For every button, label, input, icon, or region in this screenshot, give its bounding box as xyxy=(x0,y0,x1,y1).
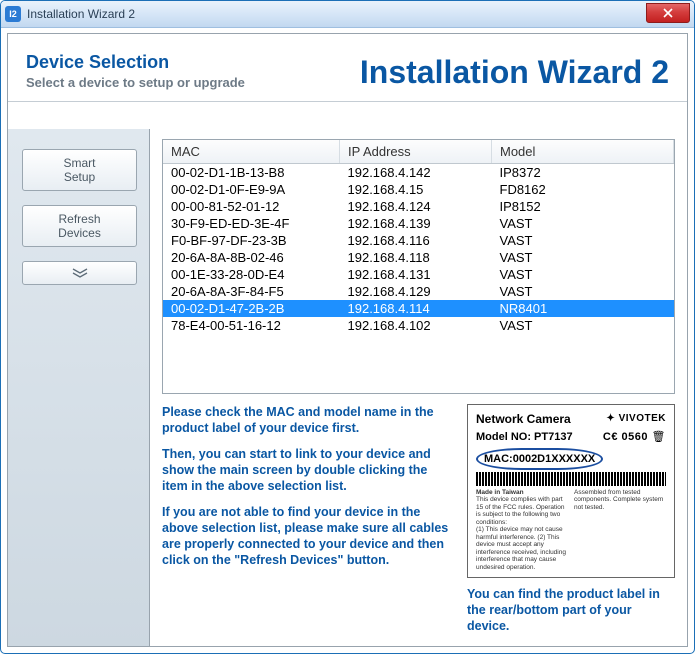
cell-model: VAST xyxy=(492,215,674,232)
cell-ip: 192.168.4.131 xyxy=(340,266,492,283)
cell-ip: 192.168.4.116 xyxy=(340,232,492,249)
smart-setup-label-2: Setup xyxy=(64,170,95,184)
cell-ip: 192.168.4.102 xyxy=(340,317,492,334)
smart-setup-button[interactable]: Smart Setup xyxy=(22,149,137,191)
cell-model: NR8401 xyxy=(492,300,674,317)
cell-model: FD8162 xyxy=(492,181,674,198)
cell-model: VAST xyxy=(492,266,674,283)
smart-setup-label-1: Smart xyxy=(63,156,95,170)
product-label-brand: VIVOTEK xyxy=(619,413,666,424)
cell-mac: 00-00-81-52-01-12 xyxy=(163,198,340,215)
page-subtitle: Select a device to setup or upgrade xyxy=(26,75,245,90)
sidebar: Smart Setup Refresh Devices xyxy=(8,129,150,646)
cell-mac: 00-02-D1-0F-E9-9A xyxy=(163,181,340,198)
page-title: Device Selection xyxy=(26,52,245,73)
product-label-made: Made in Taiwan xyxy=(476,489,568,497)
cell-model: IP8152 xyxy=(492,198,674,215)
bottom-panel: Please check the MAC and model name in t… xyxy=(162,404,675,635)
chevron-double-down-icon xyxy=(70,267,90,279)
instructions-p1: Please check the MAC and model name in t… xyxy=(162,404,453,436)
col-header-ip[interactable]: IP Address xyxy=(340,140,492,164)
cell-mac: 00-1E-33-28-0D-E4 xyxy=(163,266,340,283)
header: Device Selection Select a device to setu… xyxy=(8,34,687,102)
device-table-container[interactable]: MAC IP Address Model 00-02-D1-1B-13-B819… xyxy=(162,139,675,394)
refresh-devices-button[interactable]: Refresh Devices xyxy=(22,205,137,247)
main-panel: MAC IP Address Model 00-02-D1-1B-13-B819… xyxy=(150,129,687,646)
table-row[interactable]: 00-02-D1-0F-E9-9A192.168.4.15FD8162 xyxy=(163,181,674,198)
cell-model: VAST xyxy=(492,317,674,334)
cell-mac: 00-02-D1-47-2B-2B xyxy=(163,300,340,317)
product-label-title: Network Camera xyxy=(476,411,571,427)
table-row[interactable]: 78-E4-00-51-16-12192.168.4.102VAST xyxy=(163,317,674,334)
table-row[interactable]: 30-F9-ED-ED-3E-4F192.168.4.139VAST xyxy=(163,215,674,232)
cell-model: IP8372 xyxy=(492,164,674,182)
refresh-devices-label-1: Refresh xyxy=(58,212,100,226)
table-row[interactable]: 00-02-D1-1B-13-B8192.168.4.142IP8372 xyxy=(163,164,674,182)
cell-ip: 192.168.4.118 xyxy=(340,249,492,266)
product-label-fine1: Assembled from tested components. Comple… xyxy=(574,489,666,572)
product-label-model: Model NO: PT7137 xyxy=(476,429,573,445)
cell-model: VAST xyxy=(492,249,674,266)
table-row[interactable]: 00-02-D1-47-2B-2B192.168.4.114NR8401 xyxy=(163,300,674,317)
cell-mac: 78-E4-00-51-16-12 xyxy=(163,317,340,334)
client-area: Device Selection Select a device to setu… xyxy=(7,33,688,647)
cell-mac: 20-6A-8A-3F-84-F5 xyxy=(163,283,340,300)
window-title: Installation Wizard 2 xyxy=(27,7,135,21)
instructions-p2: Then, you can start to link to your devi… xyxy=(162,446,453,494)
close-button[interactable] xyxy=(646,3,690,23)
product-label-fine3: (1) This device may not cause harmful in… xyxy=(476,526,568,571)
product-label-box: Network Camera ✦ VIVOTEK Model NO: PT713… xyxy=(467,404,675,579)
cell-mac: F0-BF-97-DF-23-3B xyxy=(163,232,340,249)
table-row[interactable]: 00-1E-33-28-0D-E4192.168.4.131VAST xyxy=(163,266,674,283)
col-header-mac[interactable]: MAC xyxy=(163,140,340,164)
brand-title: Installation Wizard 2 xyxy=(360,52,669,91)
cell-ip: 192.168.4.129 xyxy=(340,283,492,300)
expand-button[interactable] xyxy=(22,261,137,285)
device-table: MAC IP Address Model 00-02-D1-1B-13-B819… xyxy=(163,140,674,334)
cell-ip: 192.168.4.15 xyxy=(340,181,492,198)
label-caption: You can find the product label in the re… xyxy=(467,586,675,634)
cell-model: VAST xyxy=(492,232,674,249)
product-label-ce: C€ 0560 xyxy=(603,431,648,443)
table-row[interactable]: 20-6A-8A-3F-84-F5192.168.4.129VAST xyxy=(163,283,674,300)
titlebar[interactable]: I2 Installation Wizard 2 xyxy=(1,1,694,28)
product-label-fine2: This device complies with part 15 of the… xyxy=(476,496,568,526)
product-label-mac: MAC:0002D1XXXXXX xyxy=(476,448,603,470)
refresh-devices-label-2: Devices xyxy=(58,226,101,240)
table-row[interactable]: 20-6A-8A-8B-02-46192.168.4.118VAST xyxy=(163,249,674,266)
cell-ip: 192.168.4.114 xyxy=(340,300,492,317)
cell-mac: 20-6A-8A-8B-02-46 xyxy=(163,249,340,266)
window-frame: I2 Installation Wizard 2 Device Selectio… xyxy=(0,0,695,654)
cell-mac: 30-F9-ED-ED-3E-4F xyxy=(163,215,340,232)
cell-ip: 192.168.4.142 xyxy=(340,164,492,182)
cell-ip: 192.168.4.139 xyxy=(340,215,492,232)
table-row[interactable]: 00-00-81-52-01-12192.168.4.124IP8152 xyxy=(163,198,674,215)
cell-mac: 00-02-D1-1B-13-B8 xyxy=(163,164,340,182)
close-icon xyxy=(663,8,673,18)
cell-model: VAST xyxy=(492,283,674,300)
instructions: Please check the MAC and model name in t… xyxy=(162,404,453,635)
app-icon: I2 xyxy=(5,6,21,22)
col-header-model[interactable]: Model xyxy=(492,140,674,164)
cell-ip: 192.168.4.124 xyxy=(340,198,492,215)
instructions-p3: If you are not able to find your device … xyxy=(162,504,453,568)
table-row[interactable]: F0-BF-97-DF-23-3B192.168.4.116VAST xyxy=(163,232,674,249)
barcode-icon xyxy=(476,472,666,486)
